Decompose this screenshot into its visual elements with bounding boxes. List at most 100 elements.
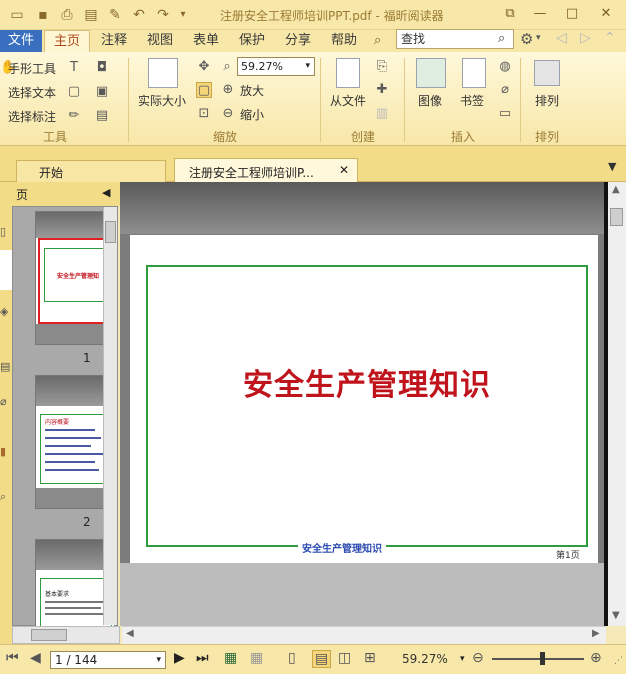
zoom-in-icon[interactable]: ⊕ <box>590 650 602 666</box>
gear-icon[interactable]: ⚙ <box>520 30 533 48</box>
restore-icon[interactable]: ⧉ <box>498 4 522 24</box>
tab-home[interactable]: 主页 <box>44 30 90 52</box>
minimize-button[interactable]: — <box>528 4 552 24</box>
save-icon[interactable]: ▪ <box>34 6 52 24</box>
tab-help[interactable]: 帮助 <box>322 30 366 52</box>
fit-page-icon[interactable]: ✥ <box>196 59 212 75</box>
typewriter-icon[interactable]: T <box>66 60 82 76</box>
blank-page-icon[interactable]: ✚ <box>374 82 390 98</box>
back-icon[interactable]: ◁ <box>556 30 567 46</box>
tools-dropdown-icon[interactable]: ▤ <box>94 108 110 124</box>
redo-icon[interactable]: ↷ <box>154 6 172 24</box>
bookmark-button[interactable]: 书签 <box>460 92 484 109</box>
fit-visible-icon[interactable]: ⊡ <box>196 106 212 122</box>
close-icon[interactable]: ✕ <box>339 163 349 177</box>
document-vscrollbar[interactable]: ▲ ▼ <box>606 182 626 626</box>
zoom-select[interactable]: 59.27% ▾ <box>237 57 315 76</box>
clipboard-icon[interactable]: ▣ <box>94 84 110 100</box>
arrange-button[interactable]: 排列 <box>535 92 559 109</box>
tab-protect[interactable]: 保护 <box>230 30 274 52</box>
close-button[interactable]: ✕ <box>594 4 618 24</box>
document-hscrollbar[interactable]: ◀ ▶ <box>122 626 606 644</box>
thumbnail-scrollbar[interactable] <box>103 207 117 625</box>
next-view-icon[interactable]: ▦ <box>250 650 263 666</box>
attachment-icon[interactable]: ⌀ <box>497 82 513 98</box>
customize-toolbar-icon[interactable]: ▾ <box>174 6 192 24</box>
menu-file[interactable]: 文件 <box>0 30 42 52</box>
combine-icon[interactable]: ⎘ <box>374 59 390 75</box>
continuous-facing-icon[interactable]: ⊞ <box>364 650 376 666</box>
thumbnail-hscrollbar[interactable] <box>12 626 120 644</box>
find-icon[interactable]: ⌕ <box>374 33 381 48</box>
zoom-in-button[interactable]: 放大 <box>240 82 264 99</box>
tab-form[interactable]: 表单 <box>184 30 228 52</box>
comments-panel-icon[interactable]: ▤ <box>0 360 10 373</box>
bookmark-panel-icon[interactable]: ▯ <box>0 225 6 238</box>
tab-view[interactable]: 视图 <box>138 30 182 52</box>
collapse-panel-icon[interactable]: ◀ <box>102 186 110 199</box>
search-icon[interactable]: ⌕ <box>498 31 505 46</box>
zoom-icon[interactable]: ⌕ <box>219 59 235 75</box>
maximize-button[interactable]: □ <box>560 4 584 24</box>
scroll-thumb[interactable] <box>610 208 623 226</box>
zoom-level: 59.27% <box>402 652 448 666</box>
search-input[interactable]: 查找 <box>396 29 514 49</box>
arrange-icon <box>534 60 560 86</box>
window-title: 注册安全工程师培训PPT.pdf - 福昕阅读器 <box>220 9 444 23</box>
group-label-create: 创建 <box>350 130 375 144</box>
video-icon[interactable]: ▭ <box>497 106 513 122</box>
search-panel-icon[interactable]: ⌕ <box>0 490 6 504</box>
tab-share[interactable]: 分享 <box>276 30 320 52</box>
layers-panel-icon[interactable]: ◈ <box>0 305 8 318</box>
tab-list-icon[interactable]: ▼ <box>608 160 616 173</box>
scroll-right-icon[interactable]: ▶ <box>592 628 600 639</box>
select-text-button[interactable]: 选择文本 <box>8 84 56 101</box>
scroll-left-icon[interactable]: ◀ <box>126 628 134 639</box>
forward-icon[interactable]: ▷ <box>580 30 591 46</box>
scroll-thumb[interactable] <box>105 221 116 243</box>
attachments-panel-icon[interactable]: ⌀ <box>0 395 7 408</box>
single-page-icon[interactable]: ▯ <box>288 650 296 666</box>
new-doc-icon[interactable]: ✎ <box>106 6 124 24</box>
undo-icon[interactable]: ↶ <box>130 6 148 24</box>
page-number-input[interactable]: 1 / 144 ▾ <box>50 651 166 669</box>
open-folder-icon[interactable]: ▭ <box>8 6 26 24</box>
scroll-down-icon[interactable]: ▼ <box>612 610 620 621</box>
next-page-icon[interactable]: ▶ <box>174 650 185 666</box>
tab-start[interactable]: 开始 <box>16 160 166 182</box>
scanner-icon[interactable]: ▥ <box>374 106 390 122</box>
tab-document[interactable]: 注册安全工程师培训P... ✕ <box>174 158 358 182</box>
actual-size-button[interactable]: 实际大小 <box>138 92 186 109</box>
security-panel-icon[interactable]: ▮ <box>0 445 6 458</box>
select-annotation-button[interactable]: 选择标注 <box>8 108 56 125</box>
continuous-page-icon[interactable]: ▤ <box>312 650 332 668</box>
note-icon[interactable]: ▢ <box>66 84 82 100</box>
zoom-out-button[interactable]: 缩小 <box>240 106 264 123</box>
snapshot-icon[interactable]: ◘ <box>94 60 110 76</box>
print-icon[interactable]: ⎙ <box>58 6 76 24</box>
pages-panel-icon[interactable] <box>0 250 12 290</box>
scroll-thumb[interactable] <box>31 629 67 641</box>
thumbnail-panel-header: 页 ◀ <box>12 182 120 206</box>
prev-page-icon[interactable]: ◀ <box>30 650 41 666</box>
facing-page-icon[interactable]: ◫ <box>338 650 351 666</box>
highlight-icon[interactable]: ✏ <box>66 108 82 124</box>
first-page-icon[interactable]: ⏮ <box>6 650 19 666</box>
zoom-out-icon[interactable]: ⊖ <box>472 650 484 666</box>
last-page-icon[interactable]: ⏭ <box>196 650 209 666</box>
scroll-up-icon[interactable]: ▲ <box>612 184 620 195</box>
link-icon[interactable]: ◍ <box>497 59 513 75</box>
image-button[interactable]: 图像 <box>418 92 442 109</box>
fit-width-icon[interactable]: ▢ <box>196 82 212 98</box>
zoom-dropdown-icon[interactable]: ▾ <box>460 654 465 664</box>
zoom-slider[interactable] <box>492 658 584 660</box>
zoom-slider-handle[interactable] <box>540 652 545 665</box>
from-file-button[interactable]: 从文件 <box>330 92 366 109</box>
hand-tool-button[interactable]: 手形工具 <box>8 60 56 77</box>
properties-icon[interactable]: ▤ <box>82 6 100 24</box>
chevron-down-icon[interactable]: ▾ <box>536 33 541 43</box>
tab-comment[interactable]: 注释 <box>92 30 136 52</box>
previous-view-icon[interactable]: ▦ <box>224 650 237 666</box>
collapse-ribbon-icon[interactable]: ⌃ <box>604 30 616 46</box>
thumbnail-list[interactable]: 安全生产管理知 1 内容概要 2 基本要求 <box>12 206 118 627</box>
